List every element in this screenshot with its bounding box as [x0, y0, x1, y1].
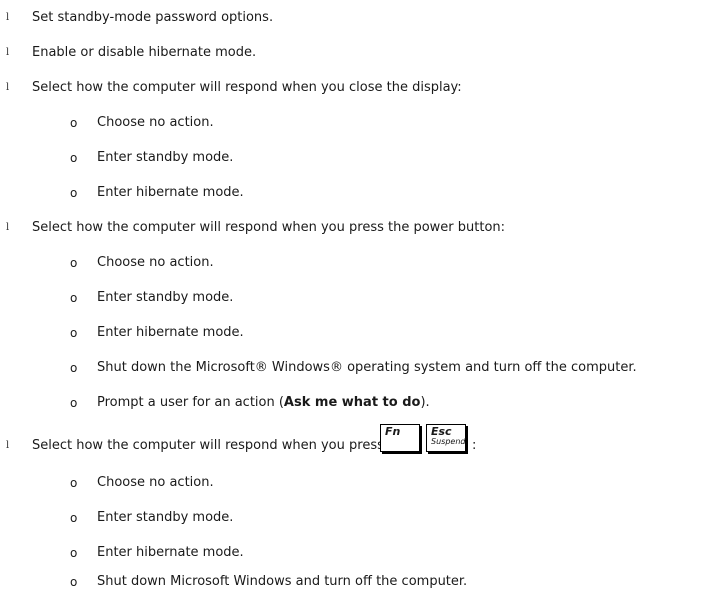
sub-bullet-glyph: o — [70, 511, 78, 525]
prompt-text-before: Prompt a user for an action ( — [97, 395, 284, 410]
sub-list-item-text: Enter hibernate mode. — [97, 185, 244, 200]
bullet-glyph: l — [6, 222, 10, 233]
sub-bullet-glyph: o — [70, 291, 78, 305]
suspend-key-label: Suspend — [431, 437, 466, 446]
sub-list-item-text: Prompt a user for an action (Ask me what… — [97, 393, 430, 413]
bullet-glyph: l — [6, 12, 10, 23]
page: { "bullet_glyph": "l", "sub_bullet_glyph… — [0, 0, 720, 592]
bullet-glyph: l — [6, 82, 10, 93]
list-item-text: Select how the computer will respond whe… — [32, 80, 462, 95]
sub-bullet-glyph: o — [70, 361, 78, 375]
sub-bullet-glyph: o — [70, 546, 78, 560]
sub-list-item-text: Choose no action. — [97, 115, 214, 130]
sub-list-item-text: Choose no action. — [97, 255, 214, 270]
sub-list-item-text: Enter standby mode. — [97, 290, 234, 305]
list-item-text: Select how the computer will respond whe… — [32, 438, 384, 453]
sub-list-item-text: Enter hibernate mode. — [97, 325, 244, 340]
sub-bullet-glyph: o — [70, 186, 78, 200]
prompt-text-after: ). — [420, 395, 430, 410]
sub-list-item-text: Shut down the Microsoft® Windows® operat… — [97, 360, 637, 375]
list-item-text: Enable or disable hibernate mode. — [32, 45, 257, 60]
sub-bullet-glyph: o — [70, 256, 78, 270]
bullet-glyph: l — [6, 47, 10, 58]
sub-list-item-text: Enter hibernate mode. — [97, 545, 244, 560]
sub-list-item-text: Enter standby mode. — [97, 510, 234, 525]
sub-list-item-text: Choose no action. — [97, 475, 214, 490]
sub-bullet-glyph: o — [70, 151, 78, 165]
list-item-text: Set standby-mode password options. — [32, 10, 274, 25]
sub-list-item-text: Enter standby mode. — [97, 150, 234, 165]
keys-colon: : — [472, 438, 477, 453]
sub-bullet-glyph: o — [70, 396, 78, 410]
sub-list-item-text: Shut down Microsoft Windows and turn off… — [97, 574, 468, 589]
sub-bullet-glyph: o — [70, 476, 78, 490]
sub-bullet-glyph: o — [70, 575, 78, 589]
sub-bullet-glyph: o — [70, 326, 78, 340]
sub-bullet-glyph: o — [70, 116, 78, 130]
esc-suspend-key-icon: Esc Suspend — [426, 424, 466, 452]
list-item-text: Select how the computer will respond whe… — [32, 220, 506, 235]
fn-key-icon: Fn — [380, 424, 420, 452]
prompt-bold-option: Ask me what to do — [283, 395, 421, 410]
fn-key-label: Fn — [385, 425, 401, 438]
bullet-glyph: l — [6, 440, 10, 451]
